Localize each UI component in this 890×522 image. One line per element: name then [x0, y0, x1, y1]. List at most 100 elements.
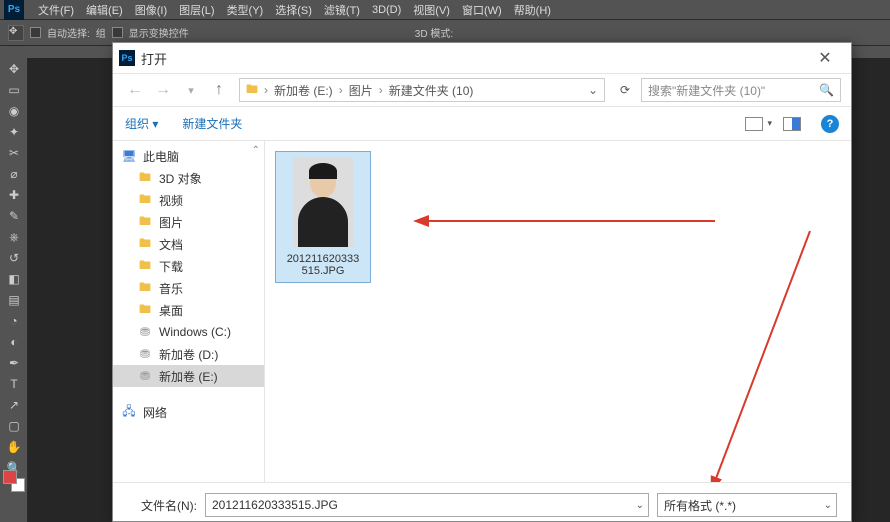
tree-item-label: 下载: [159, 258, 183, 275]
tree-item-7[interactable]: 🖿桌面: [113, 299, 264, 321]
pen-tool-icon[interactable]: ✒: [2, 353, 26, 373]
menu-window[interactable]: 窗口(W): [456, 0, 508, 20]
network-icon: 🖧: [121, 405, 137, 419]
ps-logo-icon: Ps: [4, 0, 24, 20]
dodge-tool-icon[interactable]: ◐: [2, 332, 26, 352]
search-input[interactable]: 搜索"新建文件夹 (10)" 🔍: [641, 78, 841, 102]
dialog-titlebar[interactable]: Ps 打开 ✕: [113, 43, 851, 73]
hand-tool-icon[interactable]: ✋: [2, 437, 26, 457]
eyedropper-tool-icon[interactable]: ⌀: [2, 164, 26, 184]
marquee-tool-icon[interactable]: ▭: [2, 80, 26, 100]
type-tool-icon[interactable]: T: [2, 374, 26, 394]
stamp-tool-icon[interactable]: ⎈: [2, 227, 26, 247]
drive-icon: ⛃: [137, 369, 153, 383]
menu-filter[interactable]: 滤镜(T): [318, 0, 366, 20]
preview-pane-button[interactable]: [783, 117, 801, 131]
folder-icon: 🖿: [137, 303, 153, 317]
breadcrumb[interactable]: 🖿 › 新加卷 (E:) › 图片 › 新建文件夹 (10) ⌄: [239, 78, 605, 102]
tree-item-1[interactable]: 🖿3D 对象: [113, 167, 264, 189]
thumbnail-image: [293, 157, 353, 247]
tree-item-label: 文档: [159, 236, 183, 253]
tree-item-3[interactable]: 🖿图片: [113, 211, 264, 233]
tree-item-6[interactable]: 🖿 音乐: [113, 277, 264, 299]
refresh-button[interactable]: ⟳: [613, 82, 637, 98]
show-transform-label: 显示变换控件: [129, 25, 189, 40]
crumb-folder[interactable]: 新建文件夹 (10): [387, 82, 476, 99]
menu-help[interactable]: 帮助(H): [508, 0, 557, 20]
ps-menubar[interactable]: Ps 文件(F) 编辑(E) 图像(I) 图层(L) 类型(Y) 选择(S) 滤…: [0, 0, 890, 20]
auto-select-target[interactable]: 组: [96, 25, 106, 40]
eraser-tool-icon[interactable]: ◧: [2, 269, 26, 289]
tree-item-8[interactable]: ⛃Windows (C:): [113, 321, 264, 343]
file-thumbnail[interactable]: 201211620333 515.JPG: [275, 151, 371, 283]
back-button[interactable]: ←: [123, 81, 147, 99]
dialog-toolbar: 组织 ▾ 新建文件夹 ?: [113, 107, 851, 141]
crop-tool-icon[interactable]: ✂: [2, 143, 26, 163]
menu-layer[interactable]: 图层(L): [173, 0, 220, 20]
menu-view[interactable]: 视图(V): [407, 0, 456, 20]
tree-item-label: 视频: [159, 192, 183, 209]
file-list[interactable]: 201211620333 515.JPG: [265, 141, 851, 482]
dialog-ps-icon: Ps: [119, 50, 135, 66]
file-type-filter[interactable]: 所有格式 (*.*) ⌄: [657, 493, 837, 517]
menu-file[interactable]: 文件(F): [32, 0, 80, 20]
show-transform-checkbox[interactable]: [112, 27, 123, 38]
tree-item-11[interactable]: 🖧 网络: [113, 401, 264, 423]
brush-tool-icon[interactable]: ✎: [2, 206, 26, 226]
menu-type[interactable]: 类型(Y): [221, 0, 270, 20]
lasso-tool-icon[interactable]: ◉: [2, 101, 26, 121]
tree-item-label: 新加卷 (D:): [159, 346, 218, 363]
foreground-color[interactable]: [3, 470, 17, 484]
history-brush-icon[interactable]: ↺: [2, 248, 26, 268]
gradient-tool-icon[interactable]: ▤: [2, 290, 26, 310]
auto-select-checkbox[interactable]: [30, 27, 41, 38]
active-tool-icon[interactable]: ✥: [8, 25, 24, 41]
close-button[interactable]: ✕: [805, 48, 845, 68]
path-tool-icon[interactable]: ↗: [2, 395, 26, 415]
wand-tool-icon[interactable]: ✦: [2, 122, 26, 142]
file-name-line1: 201211620333: [281, 253, 365, 265]
tree-item-9[interactable]: ⛃ 新加卷 (D:): [113, 343, 264, 365]
tree-item-label: 音乐: [159, 280, 183, 297]
filename-label: 文件名(N):: [127, 497, 197, 514]
view-mode-button[interactable]: [745, 117, 763, 131]
crumb-drive[interactable]: 新加卷 (E:): [272, 82, 335, 99]
filename-dropdown-icon[interactable]: ⌄: [636, 500, 644, 511]
filename-input[interactable]: 201211620333515.JPG ⌄: [205, 493, 649, 517]
menu-image[interactable]: 图像(I): [129, 0, 173, 20]
color-swatch[interactable]: [3, 470, 25, 492]
nav-tree: ⌃ 🖥此电脑🖿3D 对象🖿视频🖿图片🖿文档🖿下载🖿音乐🖿桌面⛃Windows (…: [113, 141, 265, 482]
recent-button[interactable]: ▾: [179, 84, 203, 97]
tree-item-2[interactable]: 🖿视频: [113, 189, 264, 211]
crumb-pictures[interactable]: 图片: [347, 82, 375, 99]
folder-icon: 🖿: [137, 281, 153, 295]
drive-icon: ⛃: [137, 347, 153, 361]
dialog-footer: 文件名(N): 201211620333515.JPG ⌄ 所有格式 (*.*)…: [113, 482, 851, 521]
move-tool-icon[interactable]: ✥: [2, 59, 26, 79]
folder-icon: 🖿: [244, 80, 260, 101]
forward-button[interactable]: →: [151, 81, 175, 99]
menu-edit[interactable]: 编辑(E): [80, 0, 129, 20]
tree-item-10[interactable]: ⛃新加卷 (E:): [113, 365, 264, 387]
path-dropdown-icon[interactable]: ⌄: [586, 83, 600, 97]
auto-select-label: 自动选择:: [47, 25, 90, 40]
shape-tool-icon[interactable]: ▢: [2, 416, 26, 436]
tree-expand-icon[interactable]: ⌃: [252, 145, 260, 156]
toolbox: ✥ ▭ ◉ ✦ ✂ ⌀ ✚ ✎ ⎈ ↺ ◧ ▤ ◔ ◐ ✒ T ↗ ▢ ✋ 🔍: [0, 58, 28, 522]
filter-dropdown-icon[interactable]: ⌄: [824, 500, 832, 511]
menu-select[interactable]: 选择(S): [269, 0, 318, 20]
blur-tool-icon[interactable]: ◔: [2, 311, 26, 331]
menu-3d[interactable]: 3D(D): [366, 2, 407, 18]
tree-item-0[interactable]: 🖥此电脑: [113, 145, 264, 167]
up-button[interactable]: ↑: [207, 81, 231, 99]
tree-item-4[interactable]: 🖿文档: [113, 233, 264, 255]
new-folder-button[interactable]: 新建文件夹: [182, 115, 242, 132]
tree-item-label: 3D 对象: [159, 170, 202, 187]
tree-item-5[interactable]: 🖿下载: [113, 255, 264, 277]
tree-item-label: 网络: [143, 404, 167, 421]
tree-item-label: 图片: [159, 214, 183, 231]
organize-button[interactable]: 组织 ▾: [125, 115, 158, 132]
help-button[interactable]: ?: [821, 115, 839, 133]
open-dialog: Ps 打开 ✕ ← → ▾ ↑ 🖿 › 新加卷 (E:) › 图片 › 新建文件…: [112, 42, 852, 522]
heal-tool-icon[interactable]: ✚: [2, 185, 26, 205]
